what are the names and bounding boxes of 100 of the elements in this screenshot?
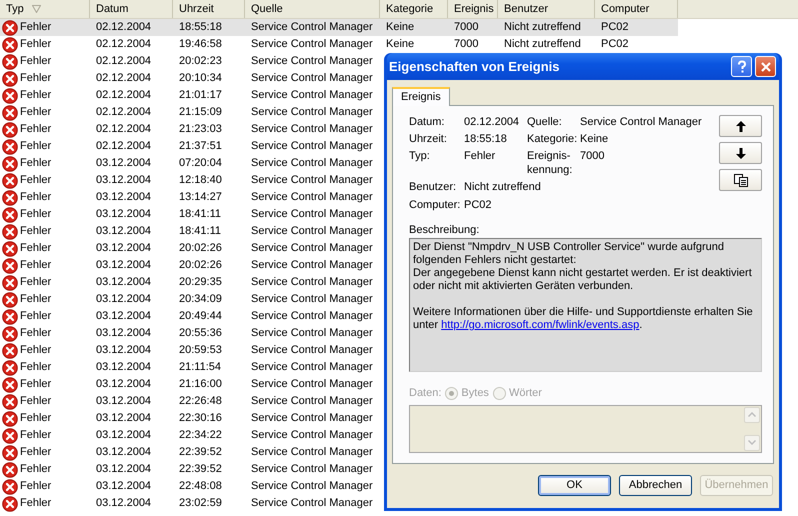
column-header[interactable]: Typ: [0, 0, 90, 18]
table-cell-text: Service Control Manager: [250, 275, 374, 290]
table-cell-text: 02.12.2004: [95, 71, 152, 86]
table-cell-text: PC02: [600, 20, 630, 36]
error-icon: [2, 240, 18, 256]
error-icon: [2, 428, 18, 444]
table-cell-text: Fehler: [20, 496, 52, 512]
table-cell-text: Service Control Manager: [250, 360, 374, 376]
field-label: Benutzer:: [409, 180, 458, 194]
data-label: Daten:: [409, 386, 442, 401]
table-cell-text: Service Control Manager: [250, 377, 374, 392]
column-header[interactable]: Uhrzeit: [173, 0, 245, 18]
table-cell-text: 03.12.2004: [95, 343, 152, 358]
table-cell-text: 03.12.2004: [95, 377, 152, 392]
field-label: Kategorie:: [527, 132, 575, 146]
selected-row[interactable]: Fehler 02.12.2004 18:55:18 Service Control Manager Keine 7000 Nicht zutreffend PC02: [0, 19, 678, 36]
table-cell-text: 03.12.2004: [95, 190, 152, 206]
field-value: Service Control Manager: [580, 115, 703, 129]
table-cell-text: 20:02:23: [178, 54, 223, 70]
table-cell-text: 23:02:59: [178, 496, 223, 512]
down-arrow-icon: [736, 148, 746, 158]
table-cell-text: Fehler: [20, 37, 52, 52]
table-cell-text: Nicht zutreffend: [503, 20, 582, 36]
table-cell-text: 20:02:26: [178, 258, 223, 274]
error-icon: [2, 88, 18, 104]
table-cell-text: 03.12.2004: [95, 224, 152, 240]
error-icon: [2, 478, 18, 494]
error-icon: [2, 156, 18, 172]
table-cell-text: 03.12.2004: [95, 462, 152, 478]
description-text: Der Dienst "Nmpdrv_N USB Controller Service" wurde aufgrund folgenden Fehlers nicht gestartet:: [413, 241, 726, 267]
table-cell-text: 03.12.2004: [95, 241, 152, 256]
table-cell-text: Fehler: [20, 275, 52, 290]
column-header[interactable]: Kategorie: [380, 0, 448, 18]
table-cell-text: 20:49:44: [178, 309, 223, 324]
table-cell-text: Fehler: [20, 377, 52, 392]
radio-option: Bytes: [445, 385, 489, 402]
table-cell-text: 20:02:26: [178, 241, 223, 256]
radio-option: Wörter: [492, 385, 542, 402]
table-cell-text: 03.12.2004: [95, 411, 152, 426]
error-icon: [2, 138, 18, 154]
table-cell-text: Fehler: [20, 105, 52, 120]
column-header[interactable]: Quelle: [245, 0, 380, 18]
help-icon: [736, 60, 748, 74]
error-icon: [2, 190, 18, 206]
table-cell-text: 03.12.2004: [95, 445, 152, 460]
table-cell-text: Fehler: [20, 207, 52, 222]
previous-button[interactable]: [719, 115, 762, 137]
error-icon: [2, 104, 18, 120]
table-cell-text: 22:26:48: [178, 394, 223, 410]
cancel-button[interactable]: Abbrechen: [619, 475, 692, 496]
close-button[interactable]: [755, 56, 776, 77]
field-value: Nicht zutreffend: [464, 180, 542, 194]
help-link[interactable]: http://go.microsoft.com/fwlink/events.asp: [441, 319, 640, 331]
description-text: Weitere Informationen über die Hilfe- und Supportdienste erhalten Sie unter http://go.microsoft.com/fwlink/events.asp.: [413, 306, 754, 332]
table-cell-text: 20:34:09: [178, 292, 223, 308]
table-cell-text: 18:41:11: [178, 207, 222, 222]
column-header[interactable]: Ereignis: [448, 0, 498, 18]
help-button[interactable]: [731, 56, 752, 77]
ok-button[interactable]: OK: [538, 475, 611, 496]
table-cell-text: 20:29:35: [178, 275, 223, 290]
column-header[interactable]: Datum: [90, 0, 173, 18]
table-cell-text: Service Control Manager: [250, 105, 374, 120]
table-cell-text: Service Control Manager: [250, 309, 374, 324]
column-header[interactable]: Computer: [595, 0, 678, 18]
table-cell-text: 20:59:53: [178, 343, 223, 358]
error-icon: [2, 444, 18, 460]
table-cell-text: 03.12.2004: [95, 394, 152, 410]
copy-button[interactable]: [719, 169, 762, 191]
error-icon: [2, 36, 18, 52]
table-cell-text: 22:39:52: [178, 445, 223, 460]
next-button[interactable]: [719, 142, 762, 164]
table-cell-text: PC02: [600, 37, 630, 52]
copy-icon: [734, 174, 748, 186]
error-icon: [2, 360, 18, 376]
error-icon: [2, 206, 18, 222]
field-label: Quelle:: [527, 115, 563, 129]
table-cell-text: Service Control Manager: [250, 343, 374, 358]
table-cell-text: Fehler: [20, 190, 52, 206]
table-cell-text: Service Control Manager: [250, 54, 374, 70]
table-cell-text: Keine: [385, 20, 416, 36]
table-cell-text: 03.12.2004: [95, 156, 152, 172]
error-icon: [2, 274, 18, 290]
table-cell-text: 03.12.2004: [95, 292, 152, 308]
up-arrow-icon: [736, 120, 746, 132]
table-cell-text: Service Control Manager: [250, 88, 374, 104]
table-cell-text: Service Control Manager: [250, 445, 374, 460]
table-cell-text: Keine: [385, 37, 416, 52]
column-header[interactable]: Benutzer: [498, 0, 595, 18]
chevron-up-icon: [748, 412, 756, 417]
table-cell-text: Service Control Manager: [250, 394, 374, 410]
table-cell-text: Service Control Manager: [250, 326, 374, 342]
table-cell-text: 02.12.2004: [95, 122, 152, 138]
table-cell-text: 21:37:51: [178, 139, 223, 154]
tab[interactable]: Ereignis: [392, 87, 450, 106]
table-cell-text: 13:14:27: [178, 190, 223, 206]
table-cell-text: Fehler: [20, 156, 52, 172]
field-label: Ereignis-kennung:: [527, 149, 574, 177]
table-cell-text: 03.12.2004: [95, 258, 152, 274]
table-cell-text: Fehler: [20, 309, 52, 324]
table-cell-text: 03.12.2004: [95, 479, 152, 494]
